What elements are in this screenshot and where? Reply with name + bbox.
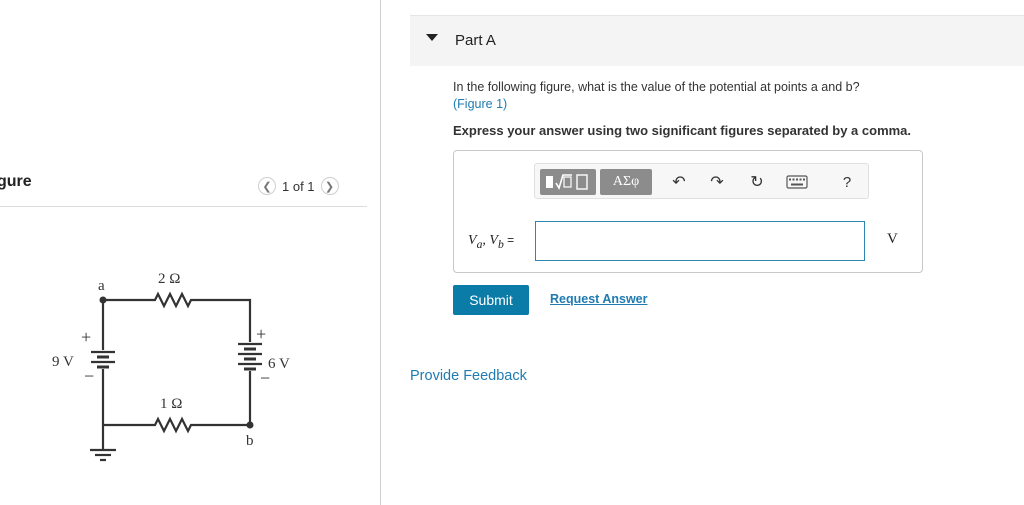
answer-box: ΑΣφ ↶ ↷ ↻ ? Va, Vb = V xyxy=(453,150,923,273)
node-a-label: a xyxy=(98,278,105,294)
fraction-sqrt-template-icon xyxy=(546,174,588,190)
battery-6v-minus: − xyxy=(260,368,270,388)
reset-icon[interactable]: ↻ xyxy=(745,170,769,194)
battery-9v-plus: + xyxy=(81,327,91,347)
chevron-left-icon: ❮ xyxy=(262,180,272,193)
resistor-2-label: 2 Ω xyxy=(158,271,180,287)
caret-down-icon[interactable] xyxy=(426,34,438,41)
undo-icon[interactable]: ↶ xyxy=(667,170,691,194)
figure-title: gure xyxy=(0,173,32,190)
figure-divider xyxy=(0,206,367,207)
answer-label: Va, Vb = xyxy=(468,233,514,251)
instruction-text: Express your answer using two significan… xyxy=(453,123,912,138)
vb-symbol: V xyxy=(489,233,498,248)
figure-pane: gure ❮ 1 of 1 ❯ a b 2 Ω 1 Ω 9 V 6 V + − … xyxy=(0,0,380,505)
battery-9v-minus: − xyxy=(84,366,94,386)
part-a-header[interactable]: Part A xyxy=(410,15,1024,66)
battery-9v-label: 9 V xyxy=(52,354,74,370)
answer-input[interactable] xyxy=(535,221,865,261)
next-figure-button[interactable]: ❯ xyxy=(320,177,339,195)
part-title: Part A xyxy=(455,32,496,49)
va-symbol: V xyxy=(468,233,477,248)
template-button[interactable] xyxy=(540,169,596,195)
resistor-1-label: 1 Ω xyxy=(160,396,182,412)
request-answer-link[interactable]: Request Answer xyxy=(550,292,647,306)
battery-6v-plus: + xyxy=(256,324,266,344)
submit-button[interactable]: Submit xyxy=(453,285,529,315)
greek-symbols-button[interactable]: ΑΣφ xyxy=(600,169,652,195)
battery-6v-label: 6 V xyxy=(268,356,290,372)
figure-pager: ❮ 1 of 1 ❯ xyxy=(258,176,339,196)
equals-sign: = xyxy=(503,233,515,247)
pager-text: 1 of 1 xyxy=(282,178,315,194)
chevron-right-icon: ❯ xyxy=(324,180,335,193)
keyboard-icon[interactable] xyxy=(785,170,809,194)
node-b-label: b xyxy=(246,433,254,449)
figure-link[interactable]: (Figure 1) xyxy=(453,97,507,111)
question-body: In the following figure, what is the val… xyxy=(453,80,860,94)
node-a-dot xyxy=(99,296,107,304)
unit-label: V xyxy=(887,231,898,247)
circuit-diagram: a b 2 Ω 1 Ω 9 V 6 V + − + − xyxy=(52,271,290,462)
pane-divider[interactable] xyxy=(380,0,381,505)
prev-figure-button[interactable]: ❮ xyxy=(258,177,276,195)
node-b-dot xyxy=(246,421,254,429)
question-text: In the following figure, what is the val… xyxy=(453,79,993,113)
provide-feedback-link[interactable]: Provide Feedback xyxy=(410,368,527,384)
help-button[interactable]: ? xyxy=(835,170,859,194)
math-toolbar: ΑΣφ ↶ ↷ ↻ ? xyxy=(534,163,869,199)
redo-icon[interactable]: ↷ xyxy=(705,170,729,194)
